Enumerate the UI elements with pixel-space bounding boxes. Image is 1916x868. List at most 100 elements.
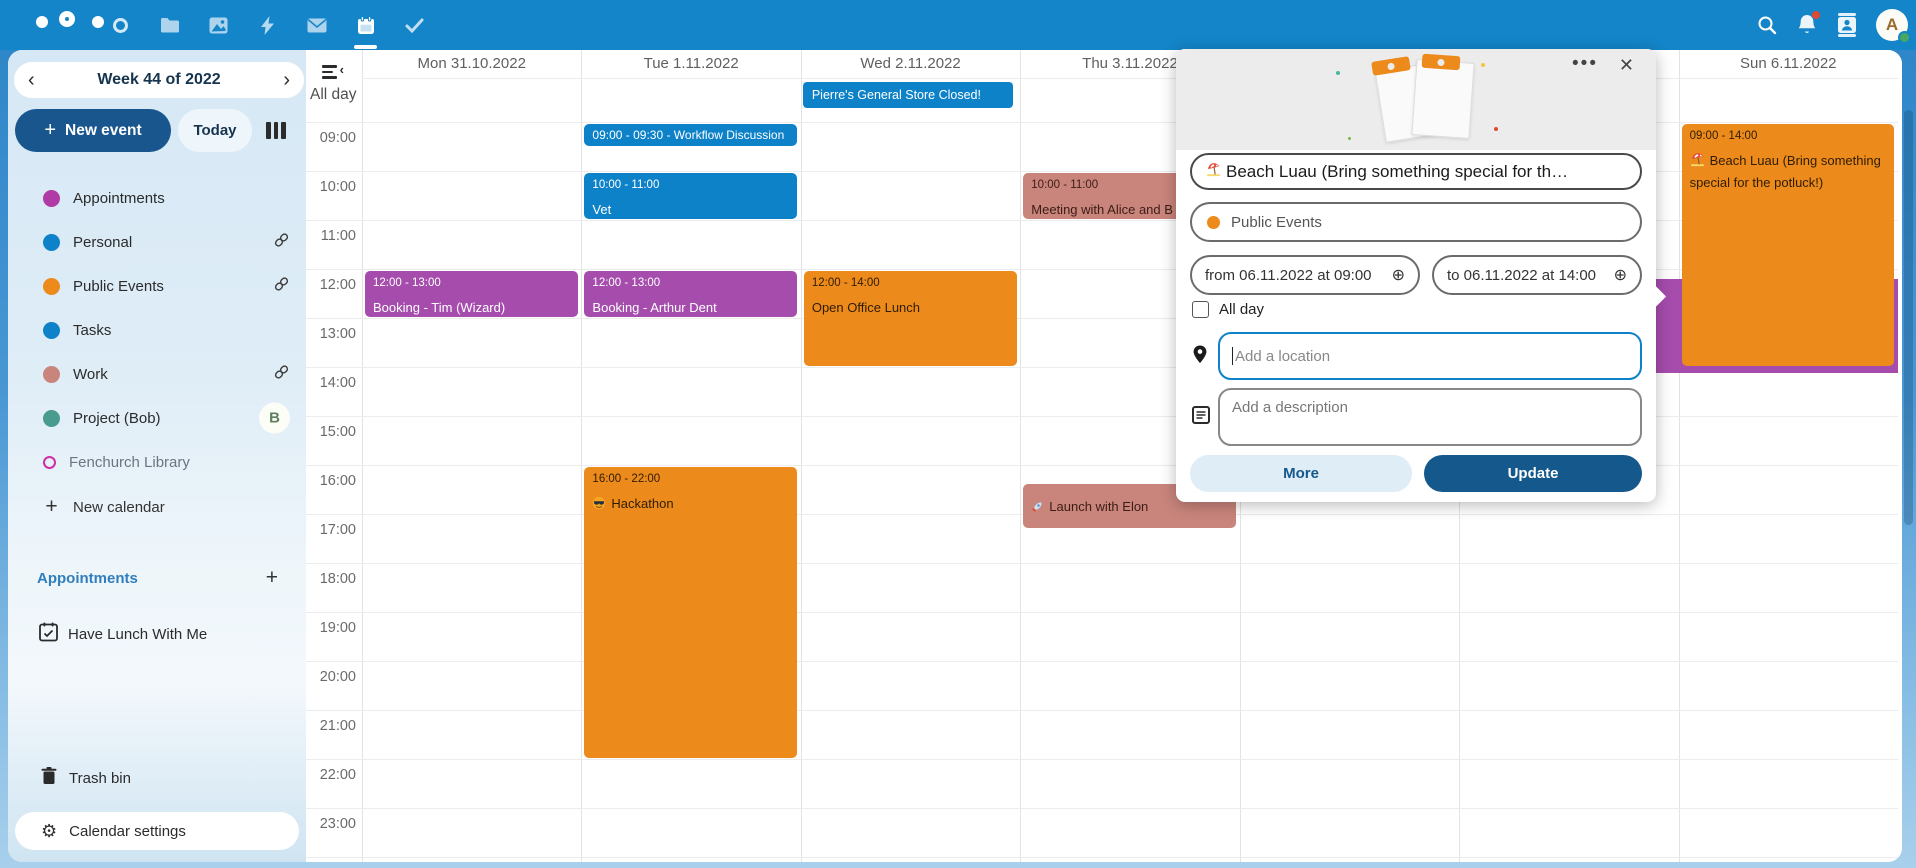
event-title: Booking - Arthur Dent [592,298,789,317]
appointments-section-header: Appointments + [37,566,292,590]
event-title-input[interactable]: Beach Luau (Bring something special for … [1190,153,1642,190]
event-tile[interactable]: 12:00 - 13:00Booking - Tim (Wizard) [365,271,578,317]
activity-icon[interactable] [243,0,292,50]
location-input[interactable]: Add a location [1218,332,1642,380]
hour-label: 19:00 [306,620,356,636]
sidebar-calendar-project-bob-[interactable]: Project (Bob)B [8,396,306,440]
event-time: 12:00 - 14:00 [812,276,1009,290]
share-link-icon[interactable] [273,364,290,385]
previous-week-button[interactable]: ‹ [28,70,35,90]
mail-icon[interactable] [292,0,341,50]
event-title: Beach Luau (Bring something special for … [1690,151,1887,193]
event-tile[interactable]: 09:00 - 09:30 - Workflow Discussion [584,124,797,146]
notifications-bell-icon[interactable] [1796,13,1818,37]
sidebar-calendar-work[interactable]: Work [8,352,306,396]
timezone-globe-icon[interactable]: ⊕ [1614,265,1627,285]
search-icon[interactable] [1756,14,1778,36]
calendar-app: A ‹ Week 44 of 2022 › + New event Today … [0,0,1916,868]
event-tile[interactable]: 12:00 - 14:00 Open Office Lunch [804,271,1017,366]
sidebar-calendar-personal[interactable]: Personal [8,220,306,264]
header-divider [362,78,1898,79]
week-navigation: ‹ Week 44 of 2022 › [14,62,304,98]
end-datetime-field[interactable]: to 06.11.2022 at 14:00 ⊕ [1432,255,1642,295]
sidebar-calendar-fenchurch-library[interactable]: Fenchurch Library [8,440,306,484]
hour-label: 22:00 [306,767,356,783]
day-header[interactable]: Tue 1.11.2022 [581,50,800,78]
calendar-color-dot [43,278,60,295]
text-caret [1232,347,1233,365]
timezone-globe-icon[interactable]: ⊕ [1392,265,1405,285]
shared-by-avatar: B [259,403,290,434]
page-scrollbar[interactable] [1904,110,1913,525]
hour-gridline [306,465,1898,466]
plus-icon: + [44,119,56,142]
event-tile[interactable]: 09:00 - 14:00Beach Luau (Bring something… [1682,124,1895,366]
today-button[interactable]: Today [178,109,252,152]
allday-event-tile[interactable]: Pierre's General Store Closed! [803,82,1013,108]
next-week-button[interactable]: › [283,70,290,90]
all-day-row: All day [1192,301,1264,318]
files-icon[interactable] [145,0,194,50]
event-title: Open Office Lunch [812,298,1009,318]
trash-bin-item[interactable]: Trash bin [8,762,306,794]
calendar-picker[interactable]: Public Events [1190,202,1642,242]
tasks-icon[interactable] [390,0,439,50]
event-editor-popup: ••• ✕ Beach Luau (Bring something specia… [1176,49,1656,502]
share-link-icon[interactable] [273,276,290,297]
start-datetime-field[interactable]: from 06.11.2022 at 09:00 ⊕ [1190,255,1420,295]
event-tile[interactable]: 16:00 - 22:00 Hackathon [584,467,797,758]
calendar-icon[interactable] [341,0,390,50]
event-tile[interactable]: 10:00 - 11:00 Vet [584,173,797,219]
view-mode-icon[interactable] [266,122,288,139]
popup-actions-menu-icon[interactable]: ••• [1572,53,1598,75]
calendar-list: AppointmentsPersonal Public Events TasksWo… [8,176,306,484]
all-day-checkbox[interactable] [1192,301,1209,318]
more-button[interactable]: More [1190,455,1412,492]
hour-label: 17:00 [306,522,356,538]
all-day-label: All day [310,86,357,104]
day-header[interactable]: Mon 31.10.2022 [362,50,581,78]
app-navigation [96,0,439,50]
day-header[interactable]: Wed 2.11.2022 [801,50,1020,78]
beach-emoji [1690,152,1705,173]
dashboard-icon[interactable] [96,0,145,50]
update-button[interactable]: Update [1424,455,1642,492]
sidebar-calendar-public-events[interactable]: Public Events [8,264,306,308]
calendar-label: Fenchurch Library [69,454,190,471]
description-input[interactable]: Add a description [1218,388,1642,446]
event-time: 10:00 - 11:00 [592,178,789,192]
beach-umbrella-emoji [1206,162,1221,182]
hour-label: 16:00 [306,473,356,489]
appointment-item[interactable]: Have Lunch With Me [8,618,306,650]
hour-gridline [306,122,1898,123]
popup-close-icon[interactable]: ✕ [1619,55,1634,76]
rocket-emoji [1031,499,1044,519]
event-tile[interactable]: 12:00 - 13:00Booking - Arthur Dent [584,271,797,317]
calendar-label: Public Events [73,278,164,295]
event-time: 12:00 - 13:00 [373,276,570,290]
calendar-color-dot [43,366,60,383]
event-title: Vet [592,200,789,219]
new-event-button[interactable]: + New event [15,109,171,152]
status-online-icon [1898,31,1911,44]
event-title: Hackathon [592,494,789,516]
sidebar-calendar-appointments[interactable]: Appointments [8,176,306,220]
new-calendar-button[interactable]: + New calendar [8,487,306,527]
avatar[interactable]: A [1876,9,1908,41]
contacts-icon[interactable] [1836,13,1858,37]
event-time: 16:00 - 22:00 [592,472,789,486]
add-appointment-button[interactable]: + [266,566,278,590]
calendar-color-dot [43,190,60,207]
hour-gridline [306,563,1898,564]
photos-icon[interactable] [194,0,243,50]
sidebar-calendar-tasks[interactable]: Tasks [8,308,306,352]
day-header[interactable]: Sun 6.11.2022 [1679,50,1898,78]
share-link-icon[interactable] [273,232,290,253]
collapse-sidebar-icon[interactable]: ‹ [322,65,344,79]
hour-gridline [306,416,1898,417]
hour-label: 23:00 [306,816,356,832]
plus-icon: + [43,495,60,519]
hour-gridline [306,808,1898,809]
calendar-settings-button[interactable]: ⚙ Calendar settings [15,812,299,850]
hour-label: 15:00 [306,424,356,440]
